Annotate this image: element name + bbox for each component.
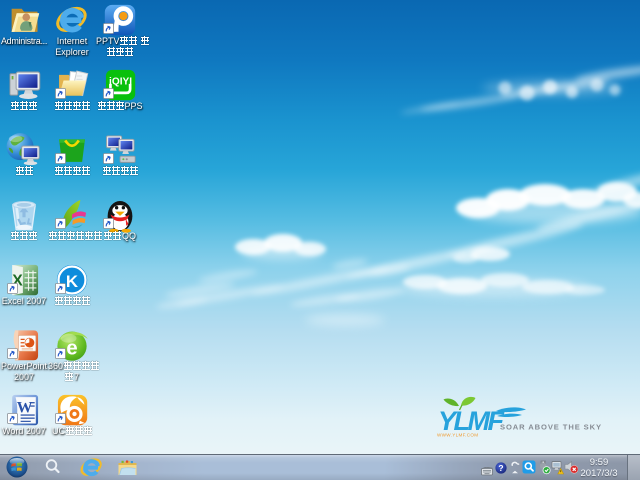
svg-text:SOAR ABOVE THE SKY: SOAR ABOVE THE SKY xyxy=(500,423,602,432)
svg-text:K: K xyxy=(66,272,79,291)
svg-text:?: ? xyxy=(498,463,503,473)
svg-text:e: e xyxy=(66,338,77,360)
svg-text:YLMF: YLMF xyxy=(438,406,505,436)
svg-text:WWW.YLMF.COM: WWW.YLMF.COM xyxy=(437,433,478,438)
svg-text:W: W xyxy=(17,399,33,416)
